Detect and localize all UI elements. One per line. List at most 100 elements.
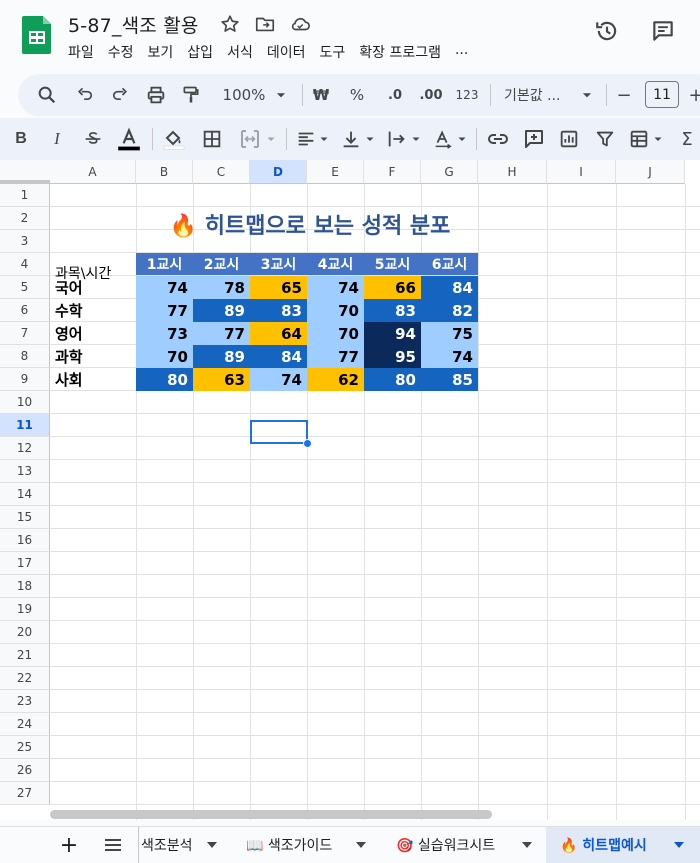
score-cell[interactable]: 77 [136, 299, 193, 322]
score-cell[interactable]: 77 [307, 345, 364, 368]
sheet-tab-analysis[interactable]: 색조분석 [138, 827, 238, 863]
row-header-4[interactable]: 4 [0, 253, 50, 276]
bold-button[interactable]: B [10, 118, 32, 160]
column-header-h[interactable]: H [478, 160, 547, 184]
rotation-dropdown-icon[interactable] [456, 118, 468, 160]
fill-color-icon[interactable] [162, 118, 186, 160]
row-header-16[interactable]: 16 [0, 529, 50, 552]
currency-format-button[interactable]: ₩ [310, 74, 332, 116]
percent-format-button[interactable]: % [346, 74, 368, 116]
undo-icon[interactable] [75, 74, 95, 116]
column-header-g[interactable]: G [421, 160, 478, 184]
insert-chart-icon[interactable] [558, 118, 580, 160]
score-cell[interactable]: 84 [421, 276, 478, 299]
font-size-increase-button[interactable]: + [688, 74, 700, 116]
row-header-13[interactable]: 13 [0, 460, 50, 483]
row-header-11[interactable]: 11 [0, 414, 50, 437]
align-dropdown-icon[interactable] [318, 118, 330, 160]
row-header-17[interactable]: 17 [0, 552, 50, 575]
functions-button[interactable]: Σ [676, 118, 698, 160]
vertical-align-icon[interactable] [340, 118, 362, 160]
column-header-i[interactable]: I [547, 160, 616, 184]
row-header-6[interactable]: 6 [0, 299, 50, 322]
score-cell[interactable]: 83 [364, 299, 421, 322]
tab-dropdown-icon[interactable] [674, 842, 684, 849]
score-cell[interactable]: 73 [136, 322, 193, 345]
increase-decimal-button[interactable]: .00 [416, 74, 446, 116]
score-cell[interactable]: 63 [193, 368, 250, 391]
decrease-decimal-button[interactable]: .0 [380, 74, 410, 116]
font-size-input[interactable]: 11 [645, 81, 679, 108]
menu-insert[interactable]: 삽입 [187, 42, 213, 62]
insert-comment-icon[interactable] [522, 118, 546, 160]
wrap-dropdown-icon[interactable] [410, 118, 422, 160]
more-formats-button[interactable]: 123 [452, 74, 482, 116]
row-header-21[interactable]: 21 [0, 644, 50, 667]
borders-icon[interactable] [201, 118, 223, 160]
merge-cells-icon[interactable] [238, 118, 262, 160]
row-header-2[interactable]: 2 [0, 207, 50, 230]
row-header-27[interactable]: 27 [0, 782, 50, 805]
menu-data[interactable]: 데이터 [267, 42, 306, 62]
tab-dropdown-icon[interactable] [522, 842, 532, 849]
score-cell[interactable]: 94 [364, 322, 421, 345]
column-header-a[interactable]: A [50, 160, 136, 184]
row-header-22[interactable]: 22 [0, 667, 50, 690]
column-header-b[interactable]: B [136, 160, 193, 184]
select-all-corner[interactable] [0, 160, 51, 184]
paint-format-icon[interactable] [181, 74, 201, 116]
tab-dropdown-icon[interactable] [356, 842, 366, 849]
row-header-12[interactable]: 12 [0, 437, 50, 460]
row-header-7[interactable]: 7 [0, 322, 50, 345]
sheet-tab-heatmap[interactable]: 🔥 히트맵예시 [546, 827, 700, 863]
score-cell[interactable]: 65 [250, 276, 307, 299]
filter-views-dropdown-icon[interactable] [652, 118, 664, 160]
history-icon[interactable] [594, 18, 620, 44]
search-menus-icon[interactable] [36, 74, 58, 116]
all-sheets-menu-icon[interactable] [104, 837, 122, 853]
insert-link-icon[interactable] [486, 118, 510, 160]
score-cell[interactable]: 74 [136, 276, 193, 299]
column-header-e[interactable]: E [307, 160, 364, 184]
row-header-24[interactable]: 24 [0, 713, 50, 736]
star-icon[interactable] [219, 13, 241, 35]
score-cell[interactable]: 89 [193, 345, 250, 368]
row-header-3[interactable]: 3 [0, 230, 50, 253]
fill-handle[interactable] [303, 439, 312, 448]
column-header-d[interactable]: D [250, 160, 307, 184]
score-cell[interactable]: 78 [193, 276, 250, 299]
row-header-20[interactable]: 20 [0, 621, 50, 644]
row-header-10[interactable]: 10 [0, 391, 50, 414]
sheet-tab-worksheet[interactable]: 🎯 실습워크시트 [396, 827, 546, 863]
merge-dropdown-icon[interactable] [265, 118, 277, 160]
score-cell[interactable]: 85 [421, 368, 478, 391]
score-cell[interactable]: 77 [193, 322, 250, 345]
font-family-select[interactable]: 기본값 ... [504, 74, 570, 116]
menu-extensions[interactable]: 확장 프로그램 [359, 42, 441, 62]
valign-dropdown-icon[interactable] [364, 118, 376, 160]
document-title[interactable]: 5-87_색조 활용 [68, 11, 199, 38]
filter-icon[interactable] [594, 118, 616, 160]
score-cell[interactable]: 80 [364, 368, 421, 391]
sheet-tab-guide[interactable]: 📖 색조가이드 [246, 827, 386, 863]
italic-button[interactable]: I [46, 118, 68, 160]
score-cell[interactable]: 74 [421, 345, 478, 368]
zoom-dropdown-icon[interactable] [274, 74, 288, 116]
text-color-icon[interactable] [116, 118, 142, 160]
row-header-23[interactable]: 23 [0, 690, 50, 713]
text-wrapping-icon[interactable] [386, 118, 408, 160]
redo-icon[interactable] [110, 74, 130, 116]
filter-views-icon[interactable] [628, 118, 650, 160]
text-rotation-icon[interactable] [432, 118, 454, 160]
move-folder-icon[interactable] [254, 13, 276, 35]
sheets-logo-icon[interactable] [22, 14, 52, 54]
row-header-15[interactable]: 15 [0, 506, 50, 529]
active-cell-selection[interactable] [250, 420, 308, 444]
menu-format[interactable]: 서식 [227, 42, 253, 62]
menu-more[interactable]: ... [455, 42, 468, 62]
score-cell[interactable]: 62 [307, 368, 364, 391]
score-cell[interactable]: 74 [307, 276, 364, 299]
row-header-9[interactable]: 9 [0, 368, 50, 391]
horizontal-scrollbar[interactable] [50, 810, 492, 819]
score-cell[interactable]: 70 [136, 345, 193, 368]
